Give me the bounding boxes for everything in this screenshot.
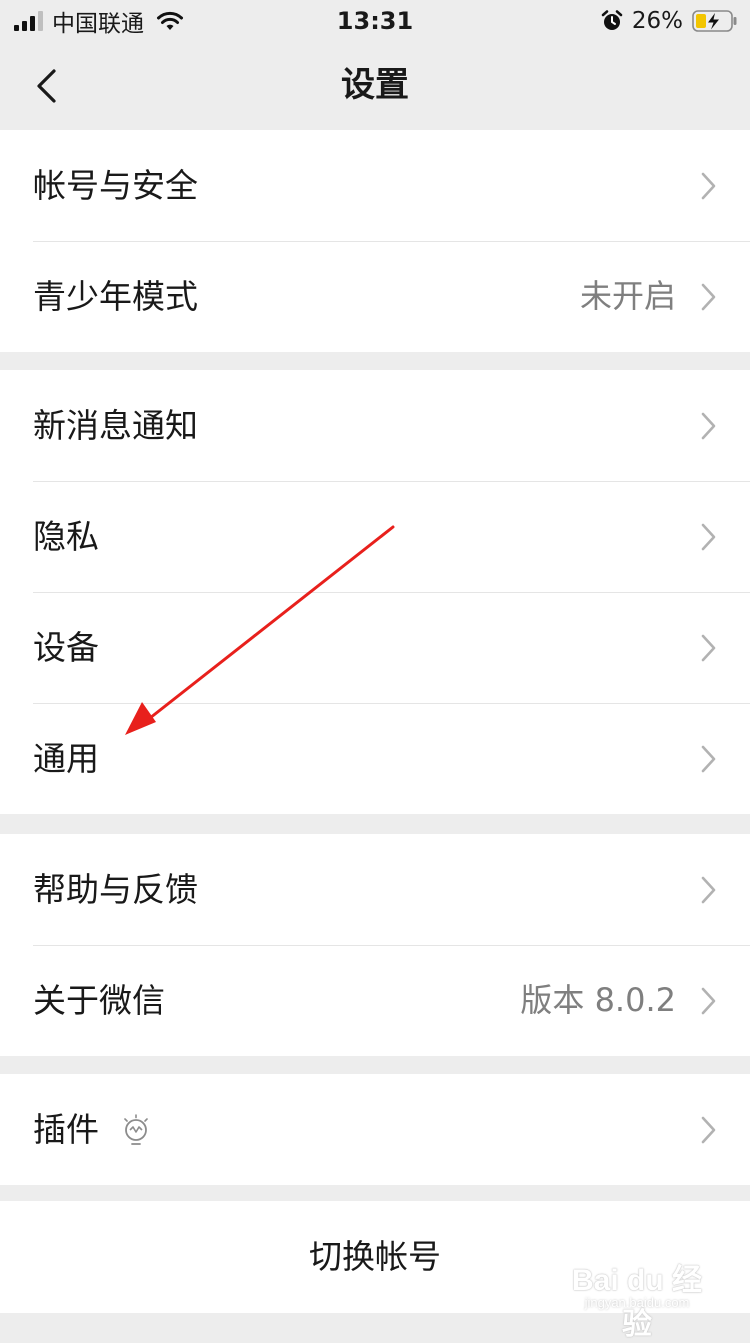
- chevron-right-icon: [701, 876, 716, 904]
- settings-group-plugins: 插件: [0, 1074, 750, 1185]
- item-label: 设备: [33, 628, 99, 667]
- page-title: 设置: [341, 65, 409, 105]
- settings-item-account-security[interactable]: 帐号与安全: [0, 130, 750, 241]
- chevron-right-icon: [701, 1116, 716, 1144]
- settings-item-plugins[interactable]: 插件: [0, 1074, 750, 1185]
- item-label: 帐号与安全: [33, 166, 198, 205]
- status-bar: 中国联通 13:31 26%: [0, 0, 750, 40]
- item-label: 帮助与反馈: [33, 870, 198, 909]
- settings-item-about[interactable]: 关于微信 版本 8.0.2: [0, 945, 750, 1056]
- settings-item-help-feedback[interactable]: 帮助与反馈: [0, 834, 750, 945]
- version-value: 版本 8.0.2: [520, 981, 676, 1019]
- settings-item-teen-mode[interactable]: 青少年模式 未开启: [0, 241, 750, 352]
- settings-item-devices[interactable]: 设备: [0, 592, 750, 703]
- item-label: 隐私: [33, 517, 99, 556]
- teen-mode-status: 未开启: [579, 277, 676, 315]
- lightbulb-icon: [124, 1114, 148, 1145]
- status-right: 26%: [601, 4, 738, 38]
- chevron-right-icon: [701, 283, 716, 311]
- chevron-right-icon: [701, 172, 716, 200]
- item-label: 青少年模式: [33, 277, 198, 316]
- watermark-url: jingyan.baidu.com: [584, 1295, 690, 1310]
- battery-charging-icon: [692, 10, 737, 32]
- chevron-right-icon: [701, 634, 716, 662]
- battery-percentage: 26%: [631, 8, 683, 34]
- settings-item-new-message-notification[interactable]: 新消息通知: [0, 370, 750, 481]
- settings-item-general[interactable]: 通用: [0, 703, 750, 814]
- baidu-watermark: Bai du 经验 jingyan.baidu.com: [532, 1255, 712, 1341]
- alarm-icon: [601, 10, 623, 30]
- settings-group-preferences: 新消息通知 隐私 设备 通用: [0, 370, 750, 814]
- settings-group-account: 帐号与安全 青少年模式 未开启: [0, 130, 750, 352]
- chevron-right-icon: [701, 987, 716, 1015]
- chevron-right-icon: [701, 412, 716, 440]
- item-label: 插件: [33, 1110, 99, 1149]
- item-label: 通用: [33, 739, 99, 778]
- item-label: 新消息通知: [33, 406, 198, 445]
- item-label: 关于微信: [33, 981, 165, 1020]
- navigation-bar: 设置: [0, 40, 750, 130]
- settings-item-privacy[interactable]: 隐私: [0, 481, 750, 592]
- chevron-right-icon: [701, 523, 716, 551]
- settings-group-support: 帮助与反馈 关于微信 版本 8.0.2: [0, 834, 750, 1056]
- chevron-right-icon: [701, 745, 716, 773]
